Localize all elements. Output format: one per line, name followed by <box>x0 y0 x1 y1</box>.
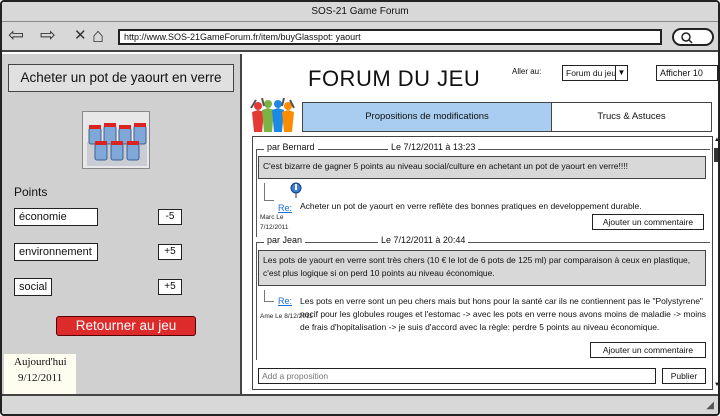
page-title: FORUM DU JEU <box>308 66 481 91</box>
post-body: C'est bizarre de gagner 5 points au nive… <box>258 156 706 179</box>
tab-proposals[interactable]: Propositions de modifications <box>302 102 552 132</box>
url-input[interactable]: http://www.SOS-21GameForum.fr/item/buyGl… <box>118 29 662 45</box>
stat-value-economie: -5 <box>158 209 182 225</box>
scroll-thumb[interactable] <box>714 148 718 162</box>
navigation-bar: ⇦ ⇨ ✕ ⌂ http://www.SOS-21GameForum.fr/it… <box>2 22 718 52</box>
chevron-down-icon: ▼ <box>615 66 627 80</box>
reply-text: Les pots en verre sont un peu chers mais… <box>300 296 707 332</box>
reply-connector <box>264 290 274 302</box>
posts-scrollbar[interactable]: ▲ ▼ <box>712 136 718 390</box>
stat-label-economie: économie <box>14 208 98 226</box>
forum-select-value: Forum du jeu <box>566 68 617 78</box>
search-button[interactable] <box>672 28 714 46</box>
stat-value-environnement: +5 <box>158 244 182 260</box>
home-icon[interactable]: ⌂ <box>92 25 104 47</box>
forum-select[interactable]: Forum du jeu ▼ <box>562 65 628 81</box>
return-to-game-button[interactable]: Retourner au jeu <box>56 316 196 336</box>
scroll-up-arrow-icon[interactable]: ▲ <box>713 136 718 145</box>
stat-label-social: social <box>14 278 52 296</box>
post-author: par Jean <box>264 235 306 245</box>
page-size-select[interactable]: Afficher 10 <box>656 65 718 81</box>
reply-link[interactable]: Re: <box>278 296 292 306</box>
add-comment-button[interactable]: Ajouter un commentaire <box>592 214 704 230</box>
stat-label-environnement: environnement <box>14 243 98 261</box>
post-author: par Bernard <box>264 142 318 152</box>
points-heading: Points <box>14 185 48 199</box>
status-bar: ◢ <box>2 394 718 414</box>
pin-icon <box>290 182 302 198</box>
item-sidebar: Acheter un pot de yaourt en verre Points… <box>2 54 242 394</box>
proposal-input[interactable] <box>258 368 656 384</box>
close-icon[interactable]: ✕ <box>74 25 87 47</box>
reply-author: Marc Le 7/12/2011 <box>260 214 288 231</box>
today-date: 9/12/2011 <box>18 372 63 384</box>
browser-window: SOS-21 Game Forum ⇦ ⇨ ✕ ⌂ http://www.SOS… <box>0 0 720 416</box>
yogurt-pots-image <box>82 111 150 169</box>
today-note: Aujourd'hui 9/12/2011 <box>4 354 76 394</box>
add-comment-button[interactable]: Ajouter un commentaire <box>590 342 706 358</box>
forum-header: FORUM DU JEU Aller au: Forum du jeu ▼ Af… <box>244 54 718 98</box>
publish-button[interactable]: Publier <box>662 368 706 384</box>
reply-author-date: 7/12/2011 <box>260 224 289 231</box>
item-title: Acheter un pot de yaourt en verre <box>8 64 234 92</box>
today-label: Aujourd'hui <box>14 356 67 368</box>
resize-grip-icon[interactable]: ◢ <box>706 400 714 411</box>
search-icon <box>680 30 694 47</box>
reply-author-name: Marc Le <box>260 214 284 221</box>
post-body: Les pots de yaourt en verre sont très ch… <box>258 250 706 286</box>
people-logo-icon <box>250 97 296 134</box>
scroll-down-arrow-icon[interactable]: ▼ <box>713 381 718 390</box>
reply-link[interactable]: Re: <box>278 203 292 213</box>
window-title: SOS-21 Game Forum <box>2 2 718 22</box>
reply-connector <box>264 183 274 201</box>
post-date: Le 7/12/2011 à 13:23 <box>388 142 479 152</box>
tab-tricks[interactable]: Trucs & Astuces <box>552 102 712 132</box>
back-arrow-icon[interactable]: ⇦ <box>8 25 24 47</box>
forward-arrow-icon[interactable]: ⇨ <box>40 25 56 47</box>
reply-text: Acheter un pot de yaourt en verre reflèt… <box>300 201 642 211</box>
stat-value-social: +5 <box>158 279 182 295</box>
goto-label: Aller au: <box>512 67 542 76</box>
post-date: Le 7/12/2011 à 20:44 <box>378 235 469 245</box>
